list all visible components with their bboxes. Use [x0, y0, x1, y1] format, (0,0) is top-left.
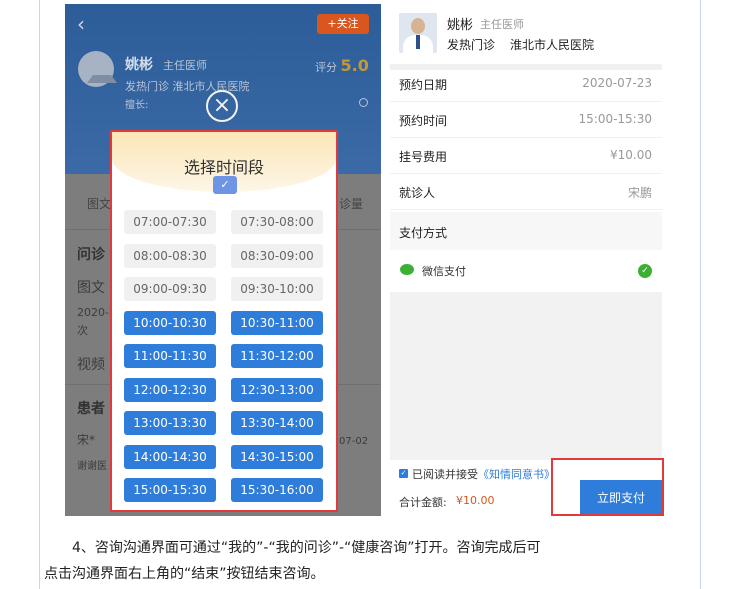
doctor-avatar: [78, 51, 117, 87]
blank-area: [390, 292, 662, 460]
row-value: 宋鹏: [627, 186, 652, 200]
payment-method-label: 支付方式: [399, 226, 448, 240]
caption-line-1: 4、咨询沟通界面可通过“我的”-“我的问诊”-“健康咨询”打开。咨询完成后可: [72, 540, 541, 556]
row-label: 预约时间: [399, 114, 448, 128]
doctor-title: 主任医师: [480, 18, 524, 31]
behind-item-video: 视频: [77, 357, 105, 373]
doctor-good-at: 擅长:: [125, 100, 149, 111]
appointment-date-row: 预约日期 2020-07-23: [390, 66, 662, 102]
doctor-name: 姚彬: [447, 18, 474, 33]
appointment-time-row: 预约时间 15:00-15:30: [390, 102, 662, 138]
page-border-left: [39, 0, 40, 589]
row-value: ¥10.00: [610, 148, 652, 162]
doctor-name: 姚彬: [125, 57, 153, 73]
back-chevron-icon[interactable]: ‹: [77, 12, 85, 36]
behind-item-date: 2020-: [77, 306, 109, 319]
doctor-dept-hospital: 发热门诊 淮北市人民医院: [125, 80, 250, 93]
time-slot-button[interactable]: 08:30-09:00: [231, 243, 323, 268]
behind-item-thanks: 谢谢医: [77, 461, 107, 472]
modal-title: 选择时间段: [183, 158, 264, 177]
doctor-card: 姚彬 主任医师 发热门诊 淮北市人民医院: [390, 4, 662, 64]
time-slot-button[interactable]: 15:00-15:30: [124, 478, 216, 502]
doctor-title: 主任医师: [163, 59, 207, 72]
agree-text: 已阅读并接受《知情同意书》: [412, 468, 555, 481]
row-value: 2020-07-23: [582, 76, 652, 90]
time-slot-button[interactable]: 12:00-12:30: [124, 377, 216, 402]
time-slot-modal: 选择时间段 ✓ 07:00-07:30 07:30-08:00 08:00-08:3…: [110, 130, 338, 512]
doctor-photo: [399, 13, 437, 53]
doctor-dept: 发热门诊: [447, 38, 496, 52]
behind-section-patient: 患者: [77, 401, 105, 417]
follow-button[interactable]: +关注: [317, 14, 369, 34]
row-label: 挂号费用: [399, 150, 448, 164]
total-label: 合计金额:: [399, 496, 447, 509]
time-slot-screenshot: ‹ +关注 姚彬 主任医师 评分 5.0 发热门诊 淮北市人民医院 擅长: 图文…: [65, 4, 381, 516]
time-slot-button[interactable]: 11:00-11:30: [124, 344, 216, 368]
close-modal-icon[interactable]: ×: [206, 90, 238, 122]
time-slot-button[interactable]: 09:00-09:30: [124, 277, 216, 301]
payment-screenshot: 姚彬 主任医师 发热门诊 淮北市人民医院 预约日期 2020-07-23 预约时…: [390, 4, 662, 516]
behind-item-count: 次: [77, 324, 88, 337]
time-slot-button[interactable]: 07:00-07:30: [124, 210, 216, 234]
payment-method-header: 支付方式: [390, 212, 662, 250]
doctor-hospital: 淮北市人民医院: [510, 38, 595, 52]
wechat-pay-label: 微信支付: [422, 265, 466, 278]
total-amount: ¥10.00: [456, 494, 495, 507]
behind-item-text: 图文: [77, 280, 105, 296]
agree-checkbox[interactable]: ✓: [399, 469, 408, 478]
row-label: 预约日期: [399, 78, 448, 92]
page-border-right: [700, 0, 701, 589]
time-slot-button[interactable]: 13:00-13:30: [124, 411, 216, 435]
time-slot-button[interactable]: 13:30-14:00: [231, 411, 323, 435]
fee-row: 挂号费用 ¥10.00: [390, 138, 662, 174]
behind-tab-right: 诊量: [339, 197, 364, 211]
calendar-check-icon: ✓: [213, 176, 237, 194]
time-slot-button[interactable]: 10:30-11:00: [231, 310, 323, 335]
doctor-score: 评分 5.0: [315, 56, 369, 75]
row-value: 15:00-15:30: [578, 112, 653, 126]
time-slot-button[interactable]: 09:30-10:00: [231, 277, 323, 301]
consent-link[interactable]: 《知情同意书》: [478, 468, 555, 481]
caption-line-2: 点击沟通界面右上角的“结束”按钮结束咨询。: [44, 566, 325, 582]
time-slot-button[interactable]: 07:30-08:00: [231, 210, 323, 234]
info-icon[interactable]: [359, 98, 368, 107]
time-slot-button[interactable]: 15:30-16:00: [231, 478, 323, 502]
row-label: 就诊人: [399, 186, 436, 200]
wechat-icon: [400, 264, 414, 275]
behind-section-consult: 问诊: [77, 247, 105, 263]
time-slot-button[interactable]: 10:00-10:30: [124, 310, 216, 335]
time-slot-button[interactable]: 12:30-13:00: [231, 377, 323, 402]
time-slot-button[interactable]: 14:00-14:30: [124, 444, 216, 469]
patient-row[interactable]: 就诊人 宋鹏: [390, 174, 662, 210]
time-slot-button[interactable]: 11:30-12:00: [231, 344, 323, 368]
behind-tab-left: 图文: [87, 197, 112, 211]
time-slot-button[interactable]: 08:00-08:30: [124, 243, 216, 268]
time-slot-button[interactable]: 14:30-15:00: [231, 444, 323, 469]
behind-item-patient-date: 07-02: [339, 436, 369, 447]
pay-button-highlight: [551, 458, 664, 516]
wechat-pay-option[interactable]: 微信支付 ✓: [390, 250, 662, 292]
behind-item-patient: 宋*: [77, 433, 96, 447]
selected-check-icon: ✓: [638, 264, 652, 278]
